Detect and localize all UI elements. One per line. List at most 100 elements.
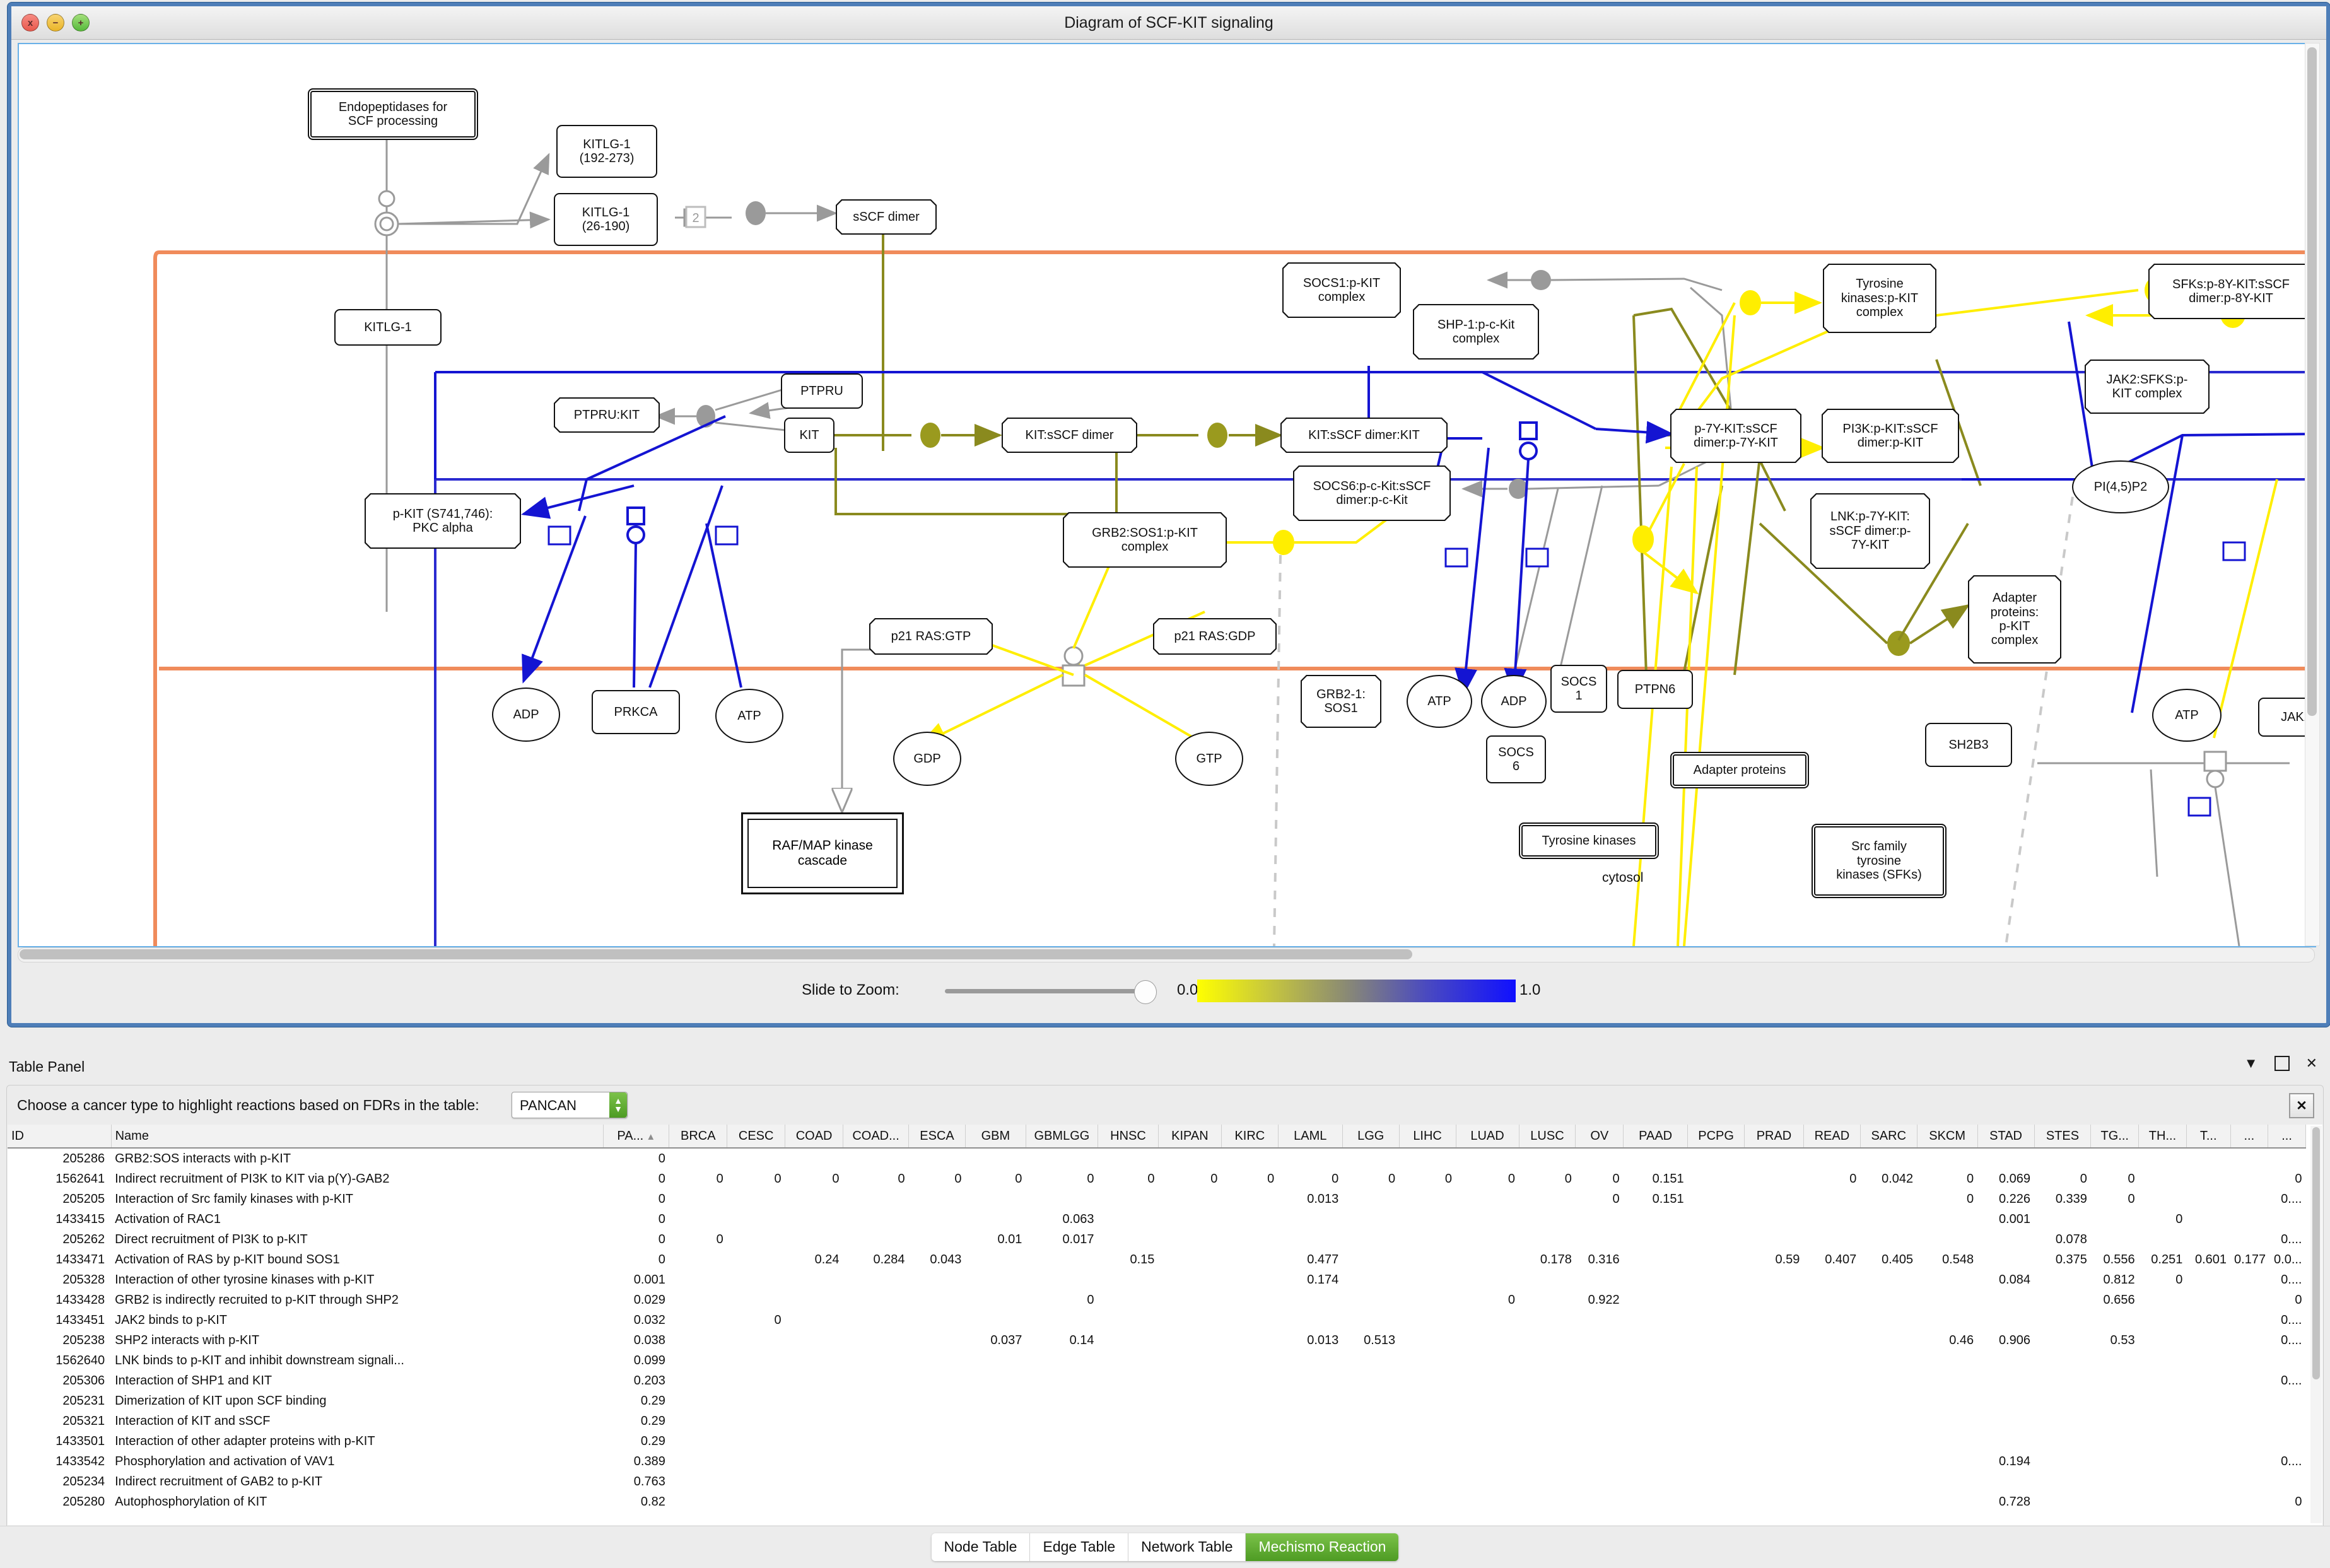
node-socs1[interactable]: SOCS 1 — [1550, 665, 1607, 713]
table-row[interactable]: 205262 Direct recruitment of PI3K to p-KI… — [8, 1229, 2306, 1249]
spinner-arrows-icon[interactable]: ▲ ▼ — [609, 1092, 627, 1118]
node-sh2b3[interactable]: SH2B3 — [1925, 723, 2012, 767]
table-row[interactable]: 205286 GRB2:SOS interacts with p-KIT 0 — [8, 1148, 2306, 1169]
node-adapter-proteins-pkit-complex[interactable]: Adapter proteins: p-KIT complex — [1968, 575, 2061, 664]
table-column-header[interactable]: PA... ▲ — [603, 1125, 670, 1149]
canvas-hscroll-thumb[interactable] — [20, 949, 1412, 959]
table-row[interactable]: 205321 Interaction of KIT and sSCF 0.29 — [8, 1411, 2306, 1431]
node-socs6-complex[interactable]: SOCS6:p-c-Kit:sSCF dimer:p-c-Kit — [1293, 465, 1451, 521]
table-row[interactable]: 205205 Interaction of Src family kinases … — [8, 1189, 2306, 1209]
table-column-header[interactable]: LGG — [1342, 1125, 1400, 1149]
table-column-header[interactable]: PAAD — [1623, 1125, 1689, 1149]
node-adp-2[interactable]: ADP — [1481, 675, 1547, 728]
node-socs6[interactable]: SOCS 6 — [1486, 735, 1546, 783]
table-column-header[interactable]: TG... — [2090, 1125, 2140, 1149]
node-socs1-pkit-complex[interactable]: SOCS1:p-KIT complex — [1282, 262, 1401, 318]
table-column-header[interactable]: LUAD — [1456, 1125, 1519, 1149]
node-endopeptidases[interactable]: Endopeptidases for SCF processing — [308, 88, 478, 140]
table-column-header[interactable]: BRCA — [669, 1125, 728, 1149]
reaction-table-scroll[interactable]: ID Name PA... ▲ BRCA CESC COAD COAD... ESCA GBM G… — [8, 1125, 2322, 1525]
table-column-header[interactable]: LUSC — [1519, 1125, 1576, 1149]
zoom-slider-knob[interactable] — [1134, 980, 1157, 1004]
table-vertical-scrollbar[interactable] — [2310, 1126, 2322, 1523]
table-column-header[interactable]: CESC — [727, 1125, 786, 1149]
table-row[interactable]: 205306 Interaction of SHP1 and KIT 0.203 0.… — [8, 1371, 2306, 1391]
table-vscroll-thumb[interactable] — [2312, 1127, 2320, 1379]
node-jak2-sfks-pkit-complex[interactable]: JAK2:SFKS:p- KIT complex — [2085, 360, 2210, 414]
node-kit-sscf-dimer-kit[interactable]: KIT:sSCF dimer:KIT — [1280, 418, 1448, 453]
node-raf-map-kinase-cascade[interactable]: RAF/MAP kinase cascade — [741, 812, 904, 894]
canvas-horizontal-scrollbar[interactable] — [18, 947, 2315, 962]
node-gtp[interactable]: GTP — [1175, 732, 1243, 786]
table-column-header[interactable]: GBM — [965, 1125, 1026, 1149]
table-column-header[interactable]: ESCA — [908, 1125, 966, 1149]
node-sscf-dimer[interactable]: sSCF dimer — [836, 199, 937, 235]
node-p7y-kit-sscf-dimer[interactable]: p-7Y-KIT:sSCF dimer:p-7Y-KIT — [1670, 409, 1801, 463]
table-tab[interactable]: Edge Table — [1030, 1533, 1129, 1561]
table-row[interactable]: 205231 Dimerization of KIT upon SCF bindi… — [8, 1391, 2306, 1411]
node-grb2-1-sos1[interactable]: GRB2-1: SOS1 — [1301, 675, 1381, 728]
node-atp-2[interactable]: ATP — [1407, 675, 1472, 728]
canvas-vertical-scrollbar[interactable] — [2305, 43, 2320, 946]
node-kitlg1-26-190[interactable]: KITLG-1 (26-190) — [554, 193, 658, 246]
table-column-header[interactable]: OV — [1575, 1125, 1624, 1149]
node-p21-ras-gtp[interactable]: p21 RAS:GTP — [869, 618, 993, 655]
table-tab[interactable]: Mechismo Reaction — [1246, 1533, 1399, 1561]
table-column-header[interactable]: READ — [1803, 1125, 1861, 1149]
table-row[interactable]: 1433428 GRB2 is indirectly recruited to p… — [8, 1290, 2306, 1310]
node-kit-sscf-dimer[interactable]: KIT:sSCF dimer — [1002, 418, 1137, 453]
node-pkit-s741-746-pkc-alpha[interactable]: p-KIT (S741,746): PKC alpha — [365, 493, 521, 549]
pathway-canvas[interactable]: 2 Endopeptidases for SCF processing KITLG… — [18, 43, 2316, 947]
table-column-header[interactable]: LAML — [1278, 1125, 1343, 1149]
zoom-slider-track[interactable] — [945, 989, 1147, 993]
table-row[interactable]: 1433451 JAK2 binds to p-KIT 0.032 0 0.... — [8, 1310, 2306, 1330]
cancer-type-select[interactable]: PANCAN ▲ ▼ — [512, 1092, 628, 1118]
table-column-header[interactable]: ID — [8, 1125, 112, 1149]
table-tab[interactable]: Node Table — [931, 1533, 1031, 1561]
chevron-down-icon[interactable]: ▼ — [2244, 1056, 2258, 1070]
table-row[interactable]: 1433501 Interaction of other adapter prot… — [8, 1431, 2306, 1451]
node-sfks-p8y-kit[interactable]: SFKs:p-8Y-KIT:sSCF dimer:p-8Y-KIT — [2148, 264, 2314, 319]
table-column-header[interactable]: COAD — [785, 1125, 844, 1149]
node-p21-ras-gdp[interactable]: p21 RAS:GDP — [1153, 618, 1277, 655]
table-row[interactable]: 1433415 Activation of RAC1 0 0.063 0.001 0 — [8, 1209, 2306, 1229]
close-icon[interactable]: ✕ — [2306, 1056, 2317, 1070]
node-tyrosine-kinases[interactable]: Tyrosine kinases — [1519, 822, 1659, 859]
table-column-header[interactable]: SARC — [1860, 1125, 1917, 1149]
node-kitlg1-192-273[interactable]: KITLG-1 (192-273) — [556, 125, 657, 178]
table-column-header[interactable]: ... — [2268, 1125, 2306, 1149]
table-column-header[interactable]: COAD... — [843, 1125, 910, 1149]
canvas-vscroll-thumb[interactable] — [2307, 47, 2317, 716]
table-column-header[interactable]: KIRC — [1221, 1125, 1279, 1149]
node-shp1-pckit-complex[interactable]: SHP-1:p-c-Kit complex — [1413, 304, 1539, 360]
table-column-header[interactable]: Name — [111, 1125, 604, 1149]
node-grb2-sos1-pkit-complex[interactable]: GRB2:SOS1:p-KIT complex — [1063, 512, 1227, 568]
table-row[interactable]: 1562640 LNK binds to p-KIT and inhibit do… — [8, 1350, 2306, 1371]
node-atp-3[interactable]: ATP — [2152, 689, 2222, 742]
table-column-header[interactable]: KIPAN — [1158, 1125, 1222, 1149]
table-column-header[interactable]: LIHC — [1399, 1125, 1456, 1149]
table-column-header[interactable]: GBMLGG — [1026, 1125, 1099, 1149]
table-column-header[interactable]: STES — [2034, 1125, 2092, 1149]
node-tyrosine-kinases-pkit-complex[interactable]: Tyrosine kinases:p-KIT complex — [1823, 264, 1936, 333]
table-row[interactable]: 1562641 Indirect recruitment of PI3K to K… — [8, 1169, 2306, 1189]
table-column-header[interactable]: TH... — [2138, 1125, 2187, 1149]
table-column-header[interactable]: PCPG — [1687, 1125, 1745, 1149]
node-adp-1[interactable]: ADP — [492, 687, 560, 742]
node-ptpru[interactable]: PTPRU — [781, 373, 863, 409]
node-gdp[interactable]: GDP — [893, 732, 961, 786]
node-pi45p2[interactable]: PI(4,5)P2 — [2072, 460, 2169, 513]
node-src-family-tyrosine-kinases[interactable]: Src family tyrosine kinases (SFKs) — [1812, 824, 1947, 898]
node-kitlg1[interactable]: KITLG-1 — [334, 309, 442, 346]
table-row[interactable]: 1433542 Phosphorylation and activation of… — [8, 1451, 2306, 1471]
table-row[interactable]: 1433471 Activation of RAS by p-KIT bound … — [8, 1249, 2306, 1270]
table-row[interactable]: 205234 Indirect recruitment of GAB2 to p-… — [8, 1471, 2306, 1492]
table-column-header[interactable]: ... — [2230, 1125, 2269, 1149]
node-ptpru-kit[interactable]: PTPRU:KIT — [554, 397, 660, 433]
node-kit[interactable]: KIT — [784, 418, 834, 453]
node-prkca[interactable]: PRKCA — [592, 690, 680, 734]
table-row[interactable]: 205280 Autophosphorylation of KIT 0.82 0.72… — [8, 1492, 2306, 1512]
table-column-header[interactable]: STAD — [1977, 1125, 2035, 1149]
node-adapter-proteins[interactable]: Adapter proteins — [1670, 752, 1809, 788]
maximize-icon[interactable] — [2274, 1056, 2290, 1071]
